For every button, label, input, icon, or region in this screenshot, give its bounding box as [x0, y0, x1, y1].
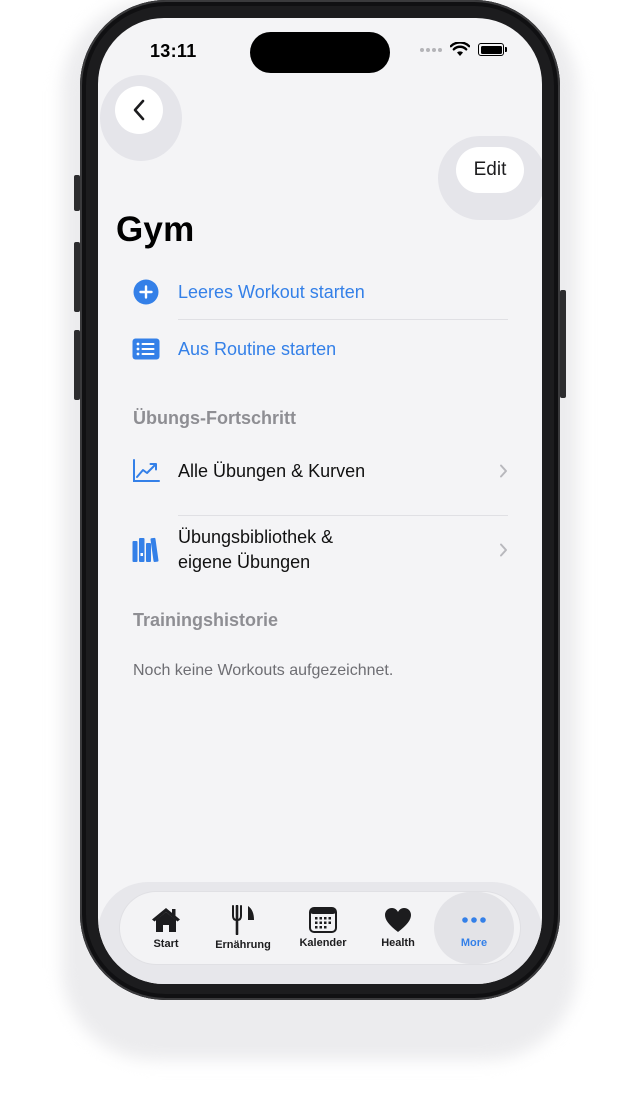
status-time: 13:11 [150, 41, 197, 61]
tab-kalender-label: Kalender [299, 937, 347, 949]
tab-start-label: Start [153, 938, 179, 950]
exercise-library-label-line2: eigene Übungen [178, 552, 311, 572]
tab-more[interactable]: More [434, 892, 514, 964]
tab-health[interactable]: Health [362, 892, 434, 964]
heart-icon [385, 908, 411, 932]
dynamic-island [250, 32, 390, 73]
exercise-library-label-line1: Übungsbibliothek & [178, 527, 334, 547]
volume-down-button [74, 330, 80, 400]
divider [178, 319, 508, 320]
cellular-signal-icon [420, 47, 442, 52]
screen: 13:11 Edit Gym Leeres Workout starten Au… [98, 18, 542, 984]
list-icon [132, 335, 160, 363]
fork-knife-icon [232, 905, 254, 935]
exercise-library-row[interactable]: Übungsbibliothek & eigene Übungen [132, 525, 508, 575]
volume-up-button [74, 242, 80, 312]
action-button [74, 175, 80, 211]
chart-icon [132, 457, 160, 485]
tab-kalender[interactable]: Kalender [287, 892, 359, 964]
power-button [560, 290, 566, 398]
all-exercises-row[interactable]: Alle Übungen & Kurven [132, 457, 508, 485]
tab-health-label: Health [381, 937, 415, 949]
chevron-right-icon [500, 464, 507, 478]
exercise-library-label: Übungsbibliothek & eigene Übungen [178, 525, 333, 575]
wifi-icon [450, 42, 470, 56]
plus-circle-icon [132, 278, 160, 306]
battery-icon [478, 43, 507, 56]
back-button[interactable] [115, 86, 163, 134]
empty-history-text: Noch keine Workouts aufgezeichnet. [133, 662, 394, 679]
tab-bar: Start Ernährung Kalender Health More [120, 892, 520, 964]
page-title: Gym [116, 210, 195, 249]
status-icons [420, 42, 507, 57]
chevron-left-icon [133, 99, 145, 121]
section-header-progress: Übungs-Fortschritt [133, 408, 296, 428]
tab-ernaehrung-label: Ernährung [215, 939, 271, 951]
tab-more-label: More [460, 937, 488, 949]
divider [178, 515, 508, 516]
chevron-right-icon [500, 543, 507, 557]
start-from-routine-row[interactable]: Aus Routine starten [132, 335, 508, 363]
books-icon [132, 536, 160, 564]
edit-button[interactable]: Edit [456, 147, 524, 193]
start-empty-workout-label: Leeres Workout starten [178, 281, 365, 302]
section-header-history: Trainingshistorie [133, 610, 279, 630]
tab-ernaehrung[interactable]: Ernährung [207, 892, 279, 964]
start-from-routine-label: Aus Routine starten [178, 338, 337, 359]
all-exercises-label: Alle Übungen & Kurven [178, 460, 366, 481]
start-empty-workout-row[interactable]: Leeres Workout starten [132, 278, 508, 306]
calendar-icon [309, 907, 337, 933]
ellipsis-icon [462, 917, 486, 923]
house-icon [152, 908, 180, 932]
tab-start[interactable]: Start [130, 892, 202, 964]
